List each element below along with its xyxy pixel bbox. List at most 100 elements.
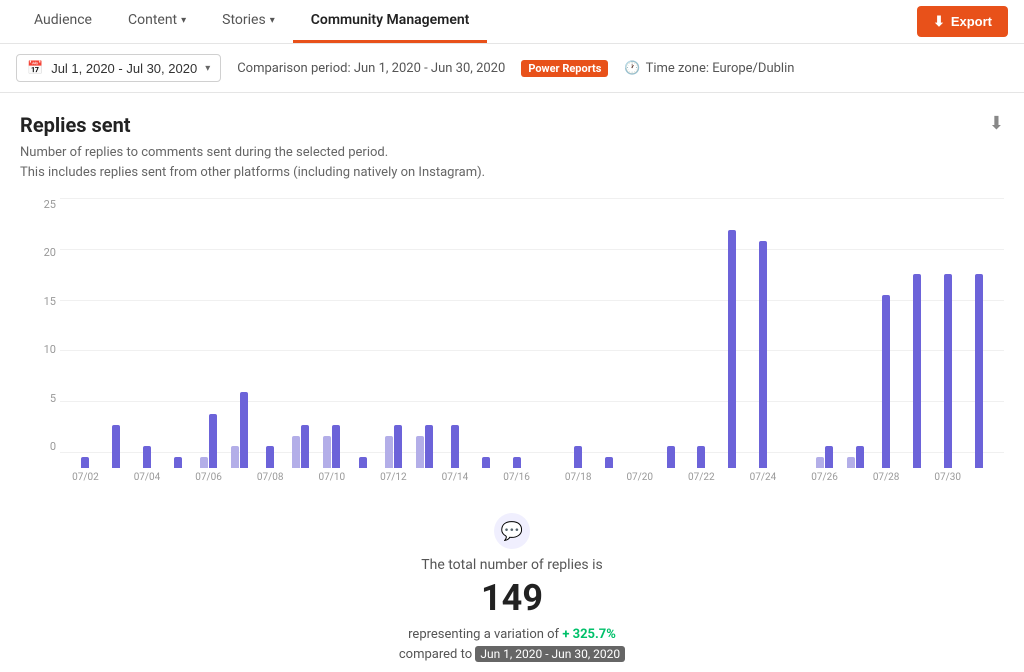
bar-group: [224, 392, 255, 468]
x-axis: 07/0207/0407/0607/0807/1007/1207/1407/16…: [60, 472, 1004, 483]
x-axis-label: [655, 472, 686, 483]
variation-value: + 325.7%: [562, 627, 616, 642]
chart-container: 25 20 15 10 5 0: [20, 198, 1004, 483]
tab-community-management[interactable]: Community Management: [293, 0, 488, 43]
main-bar: [667, 446, 675, 468]
chevron-down-icon: ▾: [181, 15, 186, 26]
x-axis-label: [717, 472, 748, 483]
x-axis-label: [594, 472, 625, 483]
bar-group: [101, 425, 132, 468]
x-axis-label: [778, 472, 809, 483]
x-axis-label: 07/08: [255, 472, 286, 483]
bar-group: [748, 241, 779, 468]
x-axis-label: [347, 472, 378, 483]
main-bar: [856, 446, 864, 468]
main-bar: [359, 457, 367, 468]
bar-group: [286, 425, 317, 468]
chevron-down-icon: ▾: [205, 63, 210, 74]
main-bar: [513, 457, 521, 468]
x-axis-label: [840, 472, 871, 483]
x-axis-label: 07/04: [132, 472, 163, 483]
main-bar: [697, 446, 705, 468]
tab-audience[interactable]: Audience: [16, 0, 110, 43]
comparison-bar: [385, 436, 393, 468]
bar-group: [717, 230, 748, 468]
nav-tabs: Audience Content ▾ Stories ▾ Community M…: [16, 0, 487, 43]
comparison-period-label: Comparison period: Jun 1, 2020 - Jun 30,…: [237, 61, 505, 76]
download-icon: ⬇: [933, 13, 945, 30]
bar-group: [809, 446, 840, 468]
bar-group: [409, 425, 440, 468]
calendar-icon: 📅: [27, 60, 43, 76]
bar-group: [932, 274, 963, 468]
clock-icon: 🕐: [624, 61, 640, 76]
x-axis-label: [224, 472, 255, 483]
bar-group: [902, 274, 933, 468]
bars-chart: [60, 198, 1004, 468]
bar-group: [871, 295, 902, 468]
comparison-bar: [816, 457, 824, 468]
bar-group: [378, 425, 409, 468]
bar-group: [686, 446, 717, 468]
filter-bar: 📅 Jul 1, 2020 - Jul 30, 2020 ▾ Compariso…: [0, 44, 1024, 93]
bar-group: [594, 457, 625, 468]
main-content: ⬇ Replies sent Number of replies to comm…: [0, 93, 1024, 672]
bar-group: [470, 457, 501, 468]
bar-group: [162, 457, 193, 468]
export-button[interactable]: ⬇ Export: [917, 6, 1008, 37]
main-bar: [332, 425, 340, 468]
x-axis-label: [532, 472, 563, 483]
bar-group: [193, 414, 224, 468]
comparison-bar: [323, 436, 331, 468]
bar-group: [347, 457, 378, 468]
main-bar: [394, 425, 402, 468]
x-axis-label: 07/12: [378, 472, 409, 483]
bar-group: [132, 446, 163, 468]
bar-group: [501, 457, 532, 468]
date-range-button[interactable]: 📅 Jul 1, 2020 - Jul 30, 2020 ▾: [16, 54, 221, 82]
main-bar: [882, 295, 890, 468]
bar-group: [655, 446, 686, 468]
x-axis-label: 07/20: [624, 472, 655, 483]
main-bar: [944, 274, 952, 468]
x-axis-label: [963, 472, 994, 483]
x-axis-label: 07/22: [686, 472, 717, 483]
bar-group: [840, 446, 871, 468]
timezone-info: 🕐 Time zone: Europe/Dublin: [624, 61, 794, 76]
main-bar: [574, 446, 582, 468]
main-bar: [209, 414, 217, 468]
main-bar: [174, 457, 182, 468]
x-axis-label: 07/30: [932, 472, 963, 483]
x-axis-label: [162, 472, 193, 483]
reply-icon: 💬: [494, 513, 530, 549]
x-axis-label: [902, 472, 933, 483]
comparison-bar: [416, 436, 424, 468]
x-axis-label: 07/10: [316, 472, 347, 483]
power-reports-badge: Power Reports: [521, 60, 608, 77]
compared-text: compared to Jun 1, 2020 - Jun 30, 2020: [399, 646, 625, 662]
main-bar: [451, 425, 459, 468]
chart-download-button[interactable]: ⬇: [989, 113, 1004, 134]
compared-period: Jun 1, 2020 - Jun 30, 2020: [475, 646, 625, 662]
x-axis-label: 07/02: [70, 472, 101, 483]
x-axis-label: 07/24: [748, 472, 779, 483]
main-bar: [728, 230, 736, 468]
bar-group: [316, 425, 347, 468]
main-bar: [240, 392, 248, 468]
bar-group: [255, 446, 286, 468]
main-bar: [266, 446, 274, 468]
tab-stories[interactable]: Stories ▾: [204, 0, 293, 43]
summary-section: 💬 The total number of replies is 149 rep…: [20, 493, 1004, 672]
top-nav: Audience Content ▾ Stories ▾ Community M…: [0, 0, 1024, 44]
chevron-down-icon: ▾: [270, 15, 275, 26]
x-axis-label: 07/26: [809, 472, 840, 483]
main-bar: [301, 425, 309, 468]
tab-content[interactable]: Content ▾: [110, 0, 204, 43]
chart-description: Number of replies to comments sent durin…: [20, 143, 1004, 182]
main-bar: [759, 241, 767, 468]
x-axis-label: [101, 472, 132, 483]
comparison-bar: [847, 457, 855, 468]
x-axis-label: 07/28: [871, 472, 902, 483]
main-bar: [975, 274, 983, 468]
total-value: 149: [481, 577, 543, 619]
